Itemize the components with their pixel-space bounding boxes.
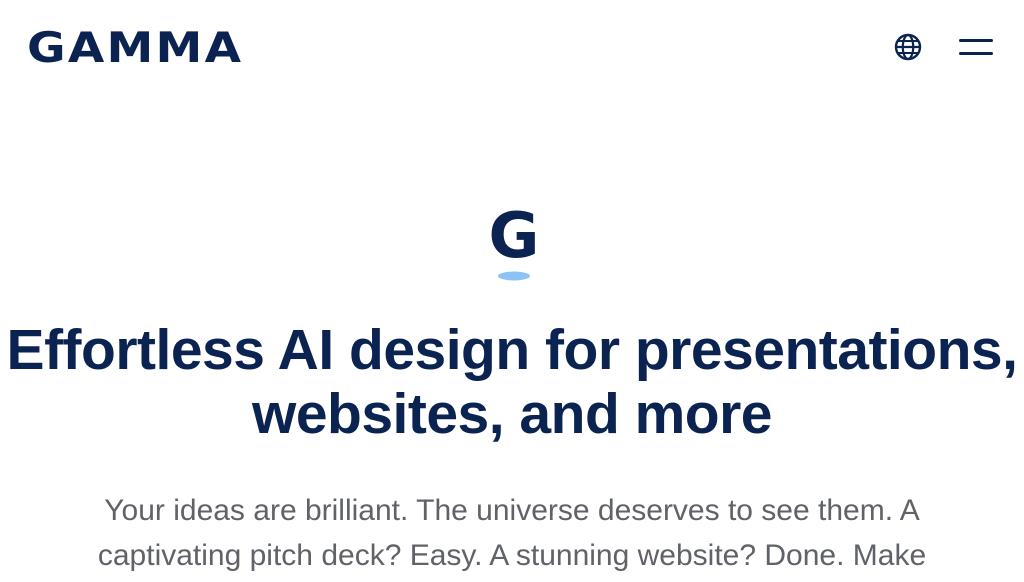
- gamma-mark-letter: G: [489, 202, 540, 272]
- gamma-mark-icon: G: [482, 199, 546, 286]
- page: GAMMA G Effortless AI design for present…: [0, 0, 1024, 582]
- gamma-logo[interactable]: GAMMA: [27, 27, 243, 69]
- menu-button[interactable]: [956, 33, 996, 61]
- hero-subtext: Your ideas are brilliant. The universe d…: [97, 494, 927, 572]
- site-header: GAMMA: [0, 0, 1024, 96]
- globe-icon: [894, 33, 922, 61]
- hero-headline: Effortless AI design for presentations, …: [6, 318, 1018, 446]
- mark-shadow: [498, 271, 530, 281]
- language-button[interactable]: [892, 31, 924, 63]
